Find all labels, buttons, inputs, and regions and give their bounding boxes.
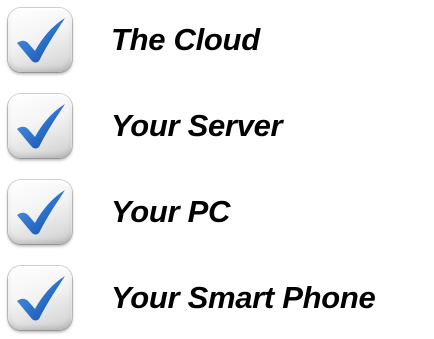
checkmark-icon [17,276,65,321]
item-label: The Cloud [111,22,260,57]
item-label: Your PC [111,194,231,229]
checklist-item-your-smart-phone: Your Smart Phone [8,266,432,332]
checklist: The Cloud Your Server Your PC Your Smart… [0,0,434,339]
checkmark-icon [17,18,65,63]
checklist-item-your-pc: Your PC [8,180,432,246]
checklist-item-your-server: Your Server [8,94,432,160]
checklist-item-the-cloud: The Cloud [8,8,432,74]
item-label: Your Server [111,108,283,143]
checkbox [8,94,72,158]
checkmark-icon [17,104,65,149]
checkbox [8,180,72,244]
checkbox [8,8,72,72]
checkmark-icon [17,190,65,235]
checkbox [8,266,72,330]
item-label: Your Smart Phone [111,280,376,315]
